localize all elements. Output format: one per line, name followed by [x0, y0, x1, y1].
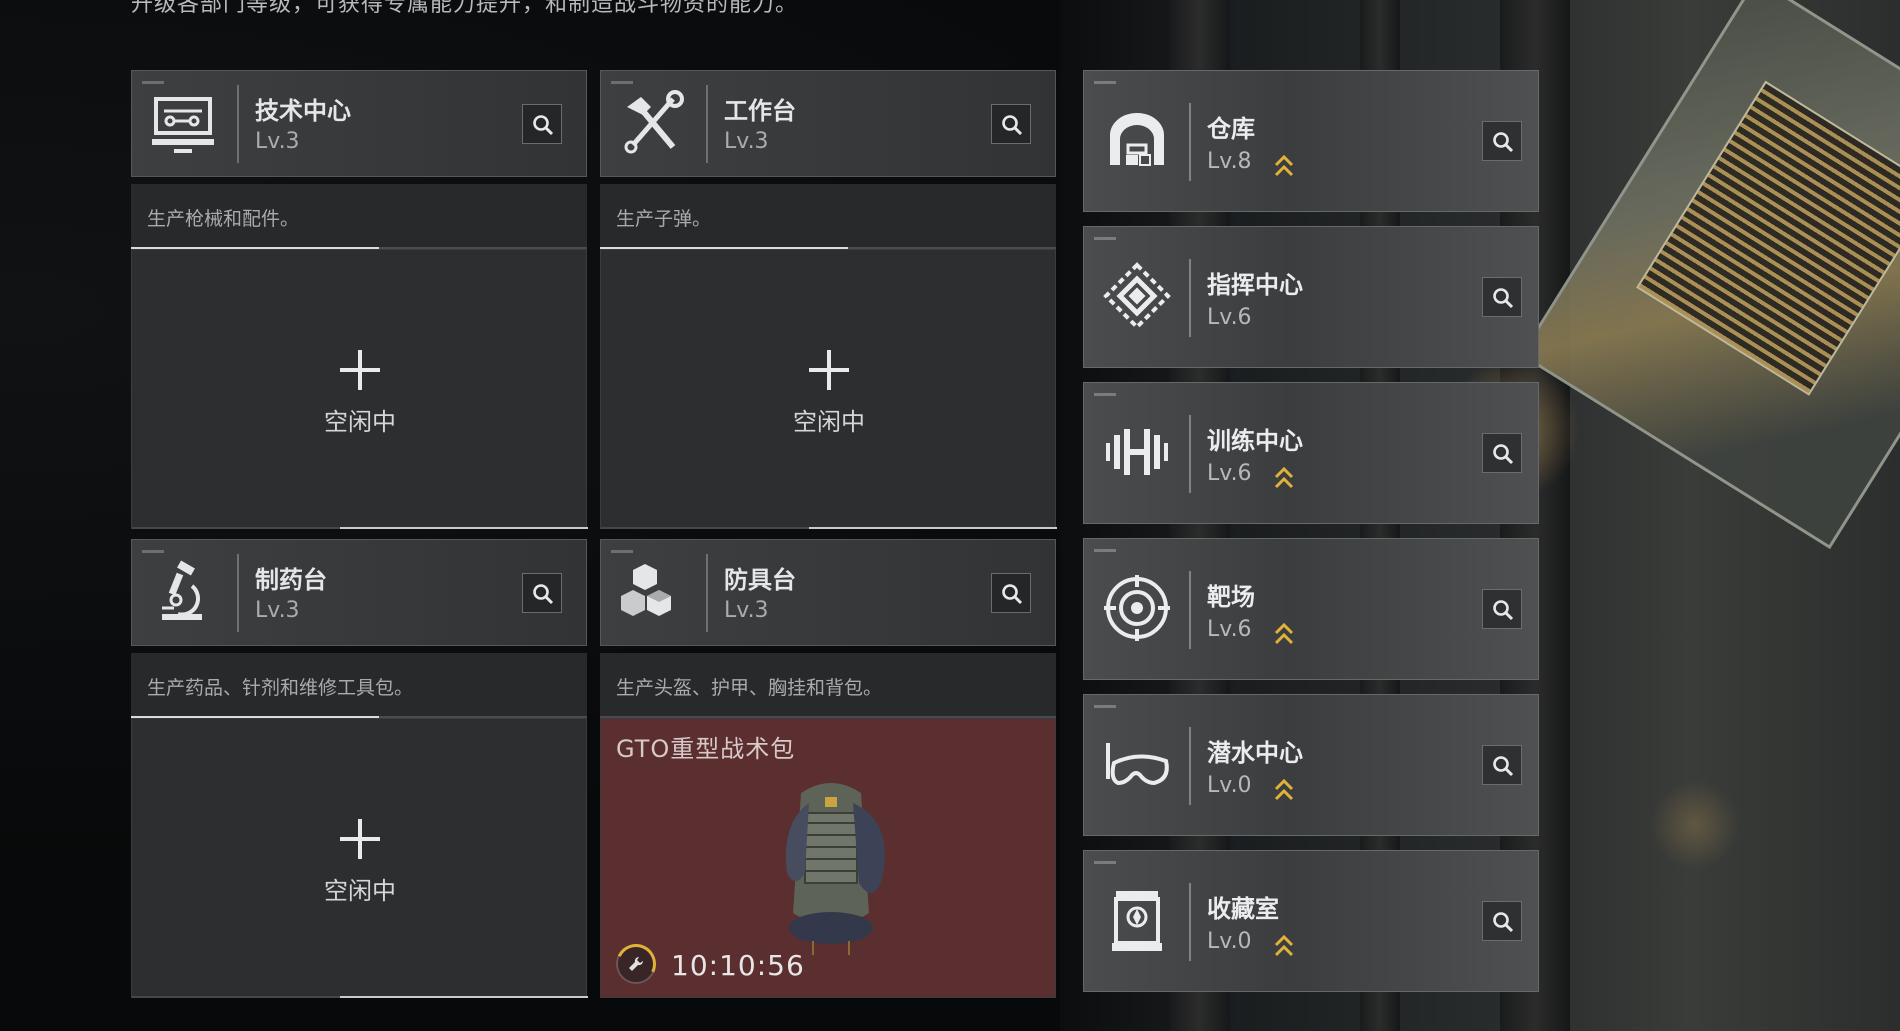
- computer-icon: [152, 97, 214, 153]
- dumbbell-icon: [1106, 429, 1168, 475]
- production-description: 生产头盔、护甲、胸挂和背包。: [600, 653, 1056, 717]
- production-slot[interactable]: 空闲中: [131, 718, 588, 998]
- search-icon: [533, 584, 554, 605]
- microscope-icon: [162, 560, 202, 620]
- search-icon: [1493, 912, 1514, 933]
- upgrade-available-icon: [1274, 466, 1294, 489]
- facility-collection-room[interactable]: 收藏室 Lv.0: [1083, 850, 1539, 992]
- facility-level: Lv.6: [1207, 305, 1252, 330]
- facility-level: Lv.6: [1207, 617, 1252, 642]
- inspect-button[interactable]: [1482, 589, 1522, 629]
- facility-level: Lv.0: [1207, 929, 1252, 954]
- facility-level: Lv.0: [1207, 773, 1252, 798]
- inspect-button[interactable]: [522, 104, 562, 144]
- facility-name: 仓库: [1207, 115, 1255, 143]
- production-card-header[interactable]: 技术中心 Lv.3: [131, 70, 587, 177]
- search-icon: [1493, 600, 1514, 621]
- production-name: 制药台: [255, 566, 327, 594]
- facility-name: 靶场: [1207, 583, 1255, 611]
- inspect-button[interactable]: [991, 573, 1031, 613]
- search-icon: [1002, 584, 1023, 605]
- tools-icon: [624, 90, 684, 154]
- wrench-icon: [629, 956, 644, 971]
- facility-command-center[interactable]: 指挥中心 Lv.6: [1083, 226, 1539, 368]
- upgrade-available-icon: [1274, 622, 1294, 645]
- idle-status: 空闲中: [324, 877, 396, 905]
- search-icon: [1002, 115, 1023, 136]
- crafting-progress-ring: [610, 938, 662, 990]
- upgrade-available-icon: [1274, 154, 1294, 177]
- facility-training-center[interactable]: 训练中心 Lv.6: [1083, 382, 1539, 524]
- production-slot-active[interactable]: GTO重型战术包 10:10:56: [600, 718, 1056, 998]
- idle-status: 空闲中: [324, 408, 396, 436]
- page-subtitle: 升级各部门等级，可获得专属能力提升，和制造战斗物资的能力。: [131, 0, 799, 17]
- target-icon: [1104, 575, 1170, 641]
- add-icon: [340, 819, 380, 859]
- production-description: 生产药品、针剂和维修工具包。: [131, 653, 587, 717]
- collection-icon: [1112, 891, 1162, 951]
- command-icon: [1103, 262, 1171, 330]
- facility-name: 潜水中心: [1207, 739, 1303, 767]
- crafting-timer: 10:10:56: [671, 949, 805, 982]
- inspect-button[interactable]: [1482, 433, 1522, 473]
- add-icon: [809, 350, 849, 390]
- upgrade-available-icon: [1274, 778, 1294, 801]
- production-name: 技术中心: [255, 97, 351, 125]
- production-card-header[interactable]: 工作台 Lv.3: [600, 70, 1056, 177]
- add-icon: [340, 350, 380, 390]
- production-card-header[interactable]: 制药台 Lv.3: [131, 539, 587, 646]
- production-slot[interactable]: 空闲中: [600, 249, 1057, 529]
- facility-name: 指挥中心: [1207, 271, 1303, 299]
- inspect-button[interactable]: [522, 573, 562, 613]
- search-icon: [1493, 756, 1514, 777]
- facility-diving-center[interactable]: 潜水中心 Lv.0: [1083, 694, 1539, 836]
- production-level: Lv.3: [724, 129, 769, 154]
- production-level: Lv.3: [724, 598, 769, 623]
- production-name: 工作台: [724, 97, 796, 125]
- facility-warehouse[interactable]: 仓库 Lv.8: [1083, 70, 1539, 212]
- production-level: Lv.3: [255, 598, 300, 623]
- boxes-icon: [621, 564, 671, 616]
- inspect-button[interactable]: [1482, 277, 1522, 317]
- search-icon: [1493, 132, 1514, 153]
- facility-name: 收藏室: [1207, 895, 1279, 923]
- goggles-icon: [1106, 743, 1169, 786]
- production-name: 防具台: [724, 566, 796, 594]
- warehouse-icon: [1110, 113, 1164, 166]
- facility-level: Lv.8: [1207, 149, 1252, 174]
- inspect-button[interactable]: [1482, 121, 1522, 161]
- facility-shooting-range[interactable]: 靶场 Lv.6: [1083, 538, 1539, 680]
- backpack-image: [785, 783, 885, 955]
- search-icon: [533, 115, 554, 136]
- facility-name: 训练中心: [1207, 427, 1303, 455]
- production-level: Lv.3: [255, 129, 300, 154]
- idle-status: 空闲中: [793, 408, 865, 436]
- inspect-button[interactable]: [1482, 901, 1522, 941]
- facility-level: Lv.6: [1207, 461, 1252, 486]
- production-description: 生产子弹。: [600, 184, 1056, 248]
- production-slot[interactable]: 空闲中: [131, 249, 588, 529]
- inspect-button[interactable]: [991, 104, 1031, 144]
- inspect-button[interactable]: [1482, 745, 1522, 785]
- production-description: 生产枪械和配件。: [131, 184, 587, 248]
- upgrade-available-icon: [1274, 934, 1294, 957]
- crafting-item-name: GTO重型战术包: [616, 735, 796, 763]
- search-icon: [1493, 444, 1514, 465]
- search-icon: [1493, 288, 1514, 309]
- production-card-header[interactable]: 防具台 Lv.3: [600, 539, 1056, 646]
